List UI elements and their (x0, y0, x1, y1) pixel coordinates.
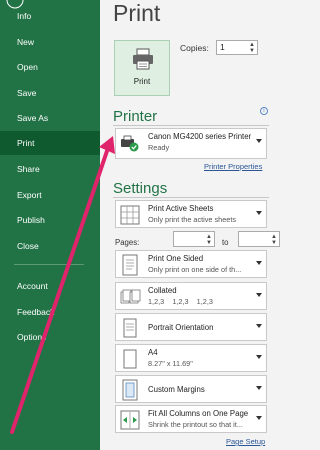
page-setup-link[interactable]: Page Setup (226, 437, 265, 446)
copies-value: 1 (220, 42, 225, 52)
collation-title: Collated (148, 286, 177, 295)
pages-to-label: to (222, 238, 229, 247)
copies-label: Copies: (180, 43, 209, 53)
printer-section-title: Printer (113, 108, 158, 125)
chevron-down-icon (256, 261, 262, 265)
paper-size-title: A4 (148, 348, 158, 357)
chevron-down-icon (256, 386, 262, 390)
copies-stepper[interactable]: 1 ▲ ▼ (216, 40, 258, 55)
settings-section-title: Settings (113, 180, 168, 197)
decrement-icon[interactable]: ▼ (271, 240, 277, 246)
one-sided-page-icon (122, 254, 138, 276)
print-what-title: Print Active Sheets (148, 204, 214, 213)
sidebar-item-new[interactable]: New (0, 30, 100, 54)
chevron-down-icon (256, 324, 262, 328)
print-button[interactable]: Print (114, 40, 170, 96)
sidebar-item-info[interactable]: Info (0, 4, 100, 28)
sides-select[interactable]: Print One Sided Only print on one side o… (115, 250, 267, 278)
margins-title: Custom Margins (148, 385, 205, 394)
sidebar-item-print[interactable]: Print (0, 131, 100, 155)
sides-title: Print One Sided (148, 254, 204, 263)
decrement-icon[interactable]: ▼ (249, 48, 255, 54)
chevron-down-icon (256, 211, 262, 215)
fit-columns-icon (120, 410, 140, 430)
scaling-title: Fit All Columns on One Page (148, 409, 249, 418)
sidebar-item-save-as[interactable]: Save As (0, 106, 100, 130)
chevron-down-icon (256, 416, 262, 420)
section-divider (113, 125, 269, 126)
printer-icon (133, 48, 153, 70)
sidebar-item-save[interactable]: Save (0, 81, 100, 105)
print-what-subtitle: Only print the active sheets (148, 215, 237, 224)
paper-size-icon (123, 349, 137, 369)
paper-size-subtitle: 8.27" x 11.69" (148, 359, 193, 368)
section-divider (113, 197, 269, 198)
scaling-select[interactable]: Fit All Columns on One Page Shrink the p… (115, 405, 267, 433)
pages-from-input[interactable]: ▲ ▼ (173, 231, 215, 247)
sidebar-item-options[interactable]: Options (0, 325, 100, 349)
sidebar-item-close[interactable]: Close (0, 234, 100, 258)
sidebar-item-account[interactable]: Account (0, 274, 100, 298)
print-button-label: Print (133, 77, 151, 86)
sidebar-item-share[interactable]: Share (0, 157, 100, 181)
backstage-sidebar: Info New Open Save Save As Print Share E… (0, 0, 100, 450)
sidebar-divider (14, 264, 84, 265)
scaling-subtitle: Shrink the printout so that it... (148, 420, 243, 429)
collation-subtitle: 1,2,3 1,2,3 1,2,3 (148, 297, 213, 306)
info-icon[interactable]: i (260, 107, 268, 115)
chevron-down-icon (256, 293, 262, 297)
sidebar-item-export[interactable]: Export (0, 183, 100, 207)
sidebar-item-open[interactable]: Open (0, 55, 100, 79)
printer-name: Canon MG4200 series Printer (148, 132, 252, 141)
sides-subtitle: Only print on one side of th... (148, 265, 242, 274)
print-what-select[interactable]: Print Active Sheets Only print the activ… (115, 200, 267, 228)
print-pane: Print Print Copies: 1 ▲ ▼ Printer i Cano… (100, 0, 299, 450)
orientation-select[interactable]: Portrait Orientation (115, 313, 267, 341)
printer-select[interactable]: Canon MG4200 series Printer Ready (115, 128, 267, 159)
printer-ready-icon (121, 135, 139, 152)
chevron-down-icon (256, 355, 262, 359)
portrait-page-icon (123, 318, 137, 338)
printer-status: Ready (148, 143, 170, 152)
pages-label: Pages: (115, 238, 140, 247)
paper-size-select[interactable]: A4 8.27" x 11.69" (115, 344, 267, 372)
sidebar-item-publish[interactable]: Publish (0, 208, 100, 232)
page-title: Print (113, 0, 161, 26)
sidebar-item-feedback[interactable]: Feedback (0, 300, 100, 324)
collated-icon (120, 289, 141, 304)
printer-properties-link[interactable]: Printer Properties (204, 162, 262, 171)
sheets-icon (120, 205, 140, 225)
margins-icon (122, 379, 138, 401)
collation-select[interactable]: Collated 1,2,3 1,2,3 1,2,3 (115, 282, 267, 310)
pages-to-input[interactable]: ▲ ▼ (238, 231, 280, 247)
margins-select[interactable]: Custom Margins (115, 375, 267, 403)
orientation-title: Portrait Orientation (148, 323, 214, 332)
decrement-icon[interactable]: ▼ (206, 240, 212, 246)
chevron-down-icon (256, 139, 262, 143)
